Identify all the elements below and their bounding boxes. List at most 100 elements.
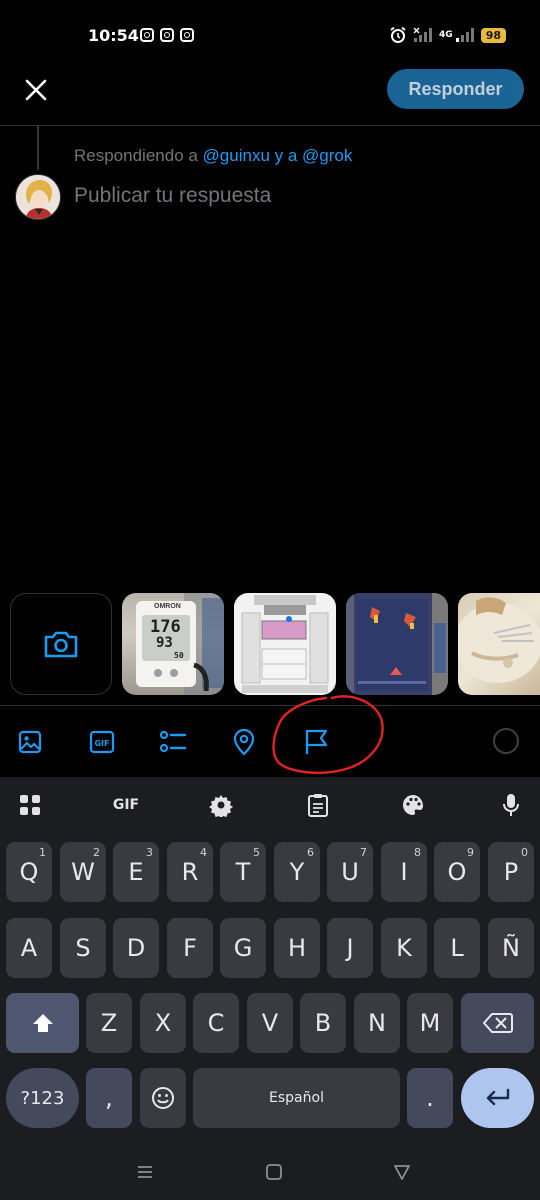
close-icon (25, 79, 47, 101)
apps-grid-button[interactable] (16, 791, 44, 819)
palette-icon (403, 795, 423, 815)
theme-button[interactable] (399, 791, 427, 819)
key-number: 3 (146, 846, 153, 859)
svg-text:GIF: GIF (94, 739, 109, 748)
home-button[interactable] (264, 1162, 284, 1187)
key-number: 0 (521, 846, 528, 859)
key-g[interactable]: G (220, 918, 266, 978)
media-strip: OMRON 176 93 50 (10, 593, 540, 695)
back-triangle-icon (394, 1165, 410, 1180)
key-a[interactable]: A (6, 918, 52, 978)
add-image-button[interactable] (16, 728, 44, 756)
key-h[interactable]: H (274, 918, 320, 978)
key-l[interactable]: L (434, 918, 480, 978)
enter-key[interactable] (461, 1068, 534, 1128)
key-label: U (341, 858, 359, 886)
key-y[interactable]: Y6 (274, 842, 320, 902)
camera-icon (44, 631, 78, 658)
gallery-photo-game[interactable] (346, 593, 448, 695)
key-s[interactable]: S (60, 918, 106, 978)
add-gif-button[interactable]: GIF (88, 728, 116, 756)
keyboard-settings-button[interactable] (207, 791, 235, 819)
camera-button[interactable] (10, 593, 112, 695)
key-number: 5 (253, 846, 260, 859)
monitor-brand: OMRON (154, 603, 181, 610)
keyboard-gif-button[interactable]: GIF (104, 791, 148, 819)
header-divider (0, 125, 540, 126)
reply-button[interactable]: Responder (387, 69, 524, 109)
back-button[interactable] (392, 1162, 412, 1187)
key-c[interactable]: C (193, 993, 239, 1053)
alarm-icon (389, 26, 407, 44)
location-icon (233, 728, 255, 756)
key-w[interactable]: W2 (60, 842, 106, 902)
emoji-key[interactable] (140, 1068, 186, 1128)
key-q[interactable]: Q1 (6, 842, 52, 902)
key-label: R (181, 858, 199, 886)
symbols-key[interactable]: ?123 (6, 1068, 79, 1128)
key-r[interactable]: R4 (167, 842, 213, 902)
shift-key[interactable] (6, 993, 79, 1053)
replying-to-text[interactable]: Respondiendo a @guinxu y a @grok (74, 146, 352, 166)
key-e[interactable]: E3 (113, 842, 159, 902)
avatar[interactable] (15, 174, 61, 220)
enter-icon (486, 1088, 509, 1106)
key-p[interactable]: P0 (488, 842, 534, 902)
add-poll-button[interactable] (159, 728, 187, 756)
gif-icon: GIF (89, 730, 115, 754)
key-label: Y (289, 858, 305, 886)
key-t[interactable]: T5 (220, 842, 266, 902)
replying-prefix: Respondiendo a (74, 146, 203, 165)
mention-link[interactable]: @guinxu y a @grok (203, 146, 353, 165)
keyboard-toolbar: GIF (0, 777, 540, 833)
key-o[interactable]: O9 (434, 842, 480, 902)
key-enye[interactable]: Ñ (488, 918, 534, 978)
key-j[interactable]: J (327, 918, 373, 978)
period-key[interactable]: . (407, 1068, 453, 1128)
key-label: Q (19, 858, 39, 886)
monitor-reading-pulse: 50 (174, 651, 184, 660)
gallery-photo-food[interactable] (458, 593, 540, 695)
comma-key[interactable]: , (86, 1068, 132, 1128)
key-u[interactable]: U7 (327, 842, 373, 902)
key-number: 8 (414, 846, 421, 859)
signal-no-sim-icon (413, 27, 433, 43)
recents-button[interactable] (135, 1162, 155, 1187)
backspace-key[interactable] (461, 993, 534, 1053)
menu-icon (138, 1166, 152, 1178)
key-z[interactable]: Z (86, 993, 132, 1053)
instagram-notification-icon (140, 28, 154, 42)
key-number: 4 (200, 846, 207, 859)
image-icon (18, 730, 42, 754)
instagram-notification-icon (160, 28, 174, 42)
apps-grid-icon (20, 795, 40, 815)
key-k[interactable]: K (381, 918, 427, 978)
key-m[interactable]: M (407, 993, 453, 1053)
close-button[interactable] (22, 76, 50, 104)
key-f[interactable]: F (167, 918, 213, 978)
status-time: 10:54 (88, 26, 139, 45)
status-indicators: 4G 98 (389, 26, 506, 44)
voice-input-button[interactable] (497, 791, 525, 819)
key-v[interactable]: V (247, 993, 293, 1053)
gallery-photo-blood-pressure[interactable]: OMRON 176 93 50 (122, 593, 224, 695)
key-number: 9 (467, 846, 474, 859)
instagram-notification-icon (180, 28, 194, 42)
clipboard-button[interactable] (304, 791, 332, 819)
gallery-photo-floor-plan[interactable] (234, 593, 336, 695)
key-label: W (71, 858, 95, 886)
key-x[interactable]: X (140, 993, 186, 1053)
key-n[interactable]: N (354, 993, 400, 1053)
thread-line (37, 126, 39, 170)
key-label: T (235, 858, 251, 886)
key-i[interactable]: I8 (381, 842, 427, 902)
status-bar: 10:54 4G 98 (0, 0, 540, 72)
key-b[interactable]: B (300, 993, 346, 1053)
battery-indicator: 98 (480, 27, 506, 43)
poll-icon (159, 730, 187, 753)
reply-input[interactable]: Publicar tu respuesta (74, 184, 271, 208)
key-label: I (400, 858, 408, 886)
key-d[interactable]: D (113, 918, 159, 978)
space-key[interactable]: Español (193, 1068, 400, 1128)
add-location-button[interactable] (230, 728, 258, 756)
